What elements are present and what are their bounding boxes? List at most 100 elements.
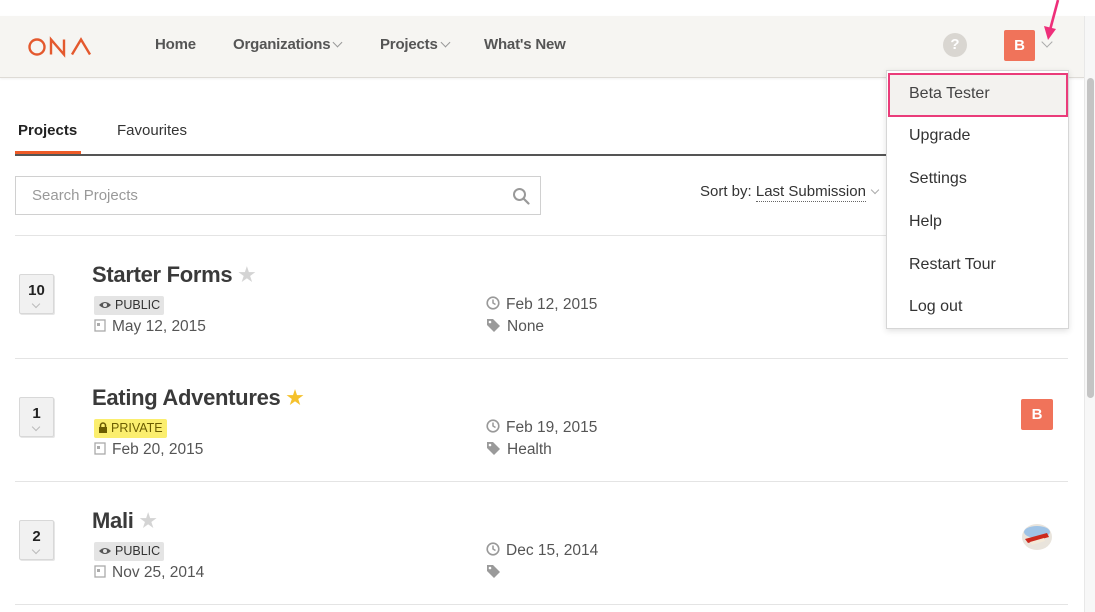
- sort-control[interactable]: Sort by: Last Submission: [700, 183, 880, 202]
- visibility-text: PUBLIC: [115, 298, 161, 312]
- last-submission-date: Feb 19, 2015: [486, 419, 597, 437]
- last-submission-date: Dec 15, 2014: [486, 542, 598, 560]
- project-tags: Health: [486, 441, 552, 459]
- search-icon[interactable]: [512, 187, 530, 205]
- menu-item-label: Restart Tour: [909, 256, 996, 273]
- project-title[interactable]: Mali ★: [92, 508, 157, 534]
- form-count: 2: [32, 528, 41, 545]
- menu-item-help[interactable]: Help: [909, 213, 942, 231]
- project-row[interactable]: 1 Eating Adventures ★ PRIVATE Feb 20, 201…: [0, 359, 1080, 479]
- nav-organizations-label: Organizations: [233, 36, 331, 53]
- project-tags: [486, 564, 507, 582]
- menu-item-label: Upgrade: [909, 127, 971, 144]
- tab-favourites-label: Favourites: [117, 122, 188, 139]
- menu-item-label: Settings: [909, 170, 967, 187]
- star-icon[interactable]: ★: [286, 388, 303, 409]
- project-title[interactable]: Eating Adventures ★: [92, 385, 303, 411]
- chevron-down-icon: [440, 37, 451, 48]
- tab-favourites[interactable]: Favourites: [117, 122, 187, 139]
- project-title-text: Starter Forms: [92, 262, 233, 287]
- created-date-text: Feb 20, 2015: [112, 441, 204, 458]
- eye-icon: [99, 548, 111, 554]
- tab-divider: [15, 154, 895, 156]
- star-icon[interactable]: ★: [140, 511, 157, 532]
- menu-item-log-out[interactable]: Log out: [909, 298, 962, 316]
- star-icon[interactable]: ★: [238, 265, 255, 286]
- tab-projects-label: Projects: [18, 122, 78, 139]
- nav-home-link[interactable]: Home: [155, 36, 196, 53]
- created-date-text: Nov 25, 2014: [112, 564, 205, 581]
- visibility-badge: PUBLIC: [94, 542, 165, 561]
- form-count-icon: 1: [19, 397, 54, 437]
- search-box: [15, 176, 541, 215]
- visibility-badge: PUBLIC: [94, 296, 165, 315]
- nav-organizations-menu[interactable]: Organizations: [233, 36, 343, 53]
- tag-icon: [487, 319, 500, 332]
- visibility-text: PRIVATE: [111, 421, 163, 435]
- annotation-arrow-icon: [1044, 0, 1060, 40]
- chevron-down-icon: [332, 37, 343, 48]
- last-submission-date: Feb 12, 2015: [486, 296, 597, 314]
- menu-item-beta-tester[interactable]: Beta Tester: [909, 85, 990, 103]
- clock-icon: [486, 542, 500, 556]
- sort-label: Sort by:: [700, 183, 752, 200]
- chevron-down-icon: [31, 545, 41, 555]
- menu-item-restart-tour[interactable]: Restart Tour: [909, 256, 996, 274]
- top-navbar: Home Organizations Projects What's New ?…: [0, 16, 1084, 78]
- calendar-icon: [94, 565, 106, 578]
- menu-item-settings[interactable]: Settings: [909, 170, 967, 188]
- owner-avatar-image[interactable]: [1020, 522, 1054, 552]
- tags-text: None: [507, 318, 545, 335]
- last-submission-text: Feb 12, 2015: [506, 296, 598, 313]
- menu-item-label: Beta Tester: [909, 85, 990, 102]
- tag-icon: [487, 565, 500, 578]
- tag-icon: [487, 442, 500, 455]
- menu-item-upgrade[interactable]: Upgrade: [909, 127, 970, 145]
- nav-home-label: Home: [155, 36, 196, 53]
- eye-icon: [99, 302, 111, 308]
- project-title[interactable]: Starter Forms ★: [92, 262, 255, 288]
- created-date: May 12, 2015: [94, 318, 206, 336]
- divider: [15, 604, 1068, 605]
- form-count-icon: 2: [19, 520, 54, 560]
- tags-text: Health: [507, 441, 552, 458]
- created-date: Feb 20, 2015: [94, 441, 203, 459]
- active-tab-indicator: [15, 151, 81, 154]
- calendar-icon: [94, 442, 106, 455]
- ona-logo[interactable]: [28, 35, 96, 59]
- menu-item-label: Log out: [909, 298, 963, 315]
- menu-item-label: Help: [909, 213, 942, 230]
- form-count-icon: 10: [19, 274, 54, 314]
- project-tags: None: [486, 318, 544, 336]
- chevron-down-icon: [31, 299, 41, 309]
- form-count: 10: [28, 282, 45, 299]
- form-count: 1: [32, 405, 41, 422]
- vertical-scrollbar[interactable]: [1084, 16, 1095, 612]
- chevron-down-icon: [31, 422, 41, 432]
- user-avatar-initial: B: [1014, 37, 1025, 54]
- calendar-icon: [94, 319, 106, 332]
- project-row[interactable]: 2 Mali ★ PUBLIC Nov 25, 2014 Dec 15, 2014: [0, 482, 1080, 602]
- lock-icon: [99, 422, 107, 433]
- owner-avatar-initial: B: [1031, 406, 1043, 423]
- search-input[interactable]: [16, 177, 486, 214]
- user-avatar-button[interactable]: B: [1004, 30, 1035, 61]
- top-strip: [0, 0, 1095, 16]
- created-date: Nov 25, 2014: [94, 564, 204, 582]
- last-submission-text: Feb 19, 2015: [506, 419, 598, 436]
- question-circle-icon[interactable]: ?: [943, 33, 967, 57]
- last-submission-text: Dec 15, 2014: [506, 542, 599, 559]
- clock-icon: [486, 419, 500, 433]
- nav-projects-menu[interactable]: Projects: [380, 36, 451, 53]
- visibility-text: PUBLIC: [115, 544, 161, 558]
- project-title-text: Eating Adventures: [92, 385, 281, 410]
- project-title-text: Mali: [92, 508, 134, 533]
- nav-whats-new-link[interactable]: What's New: [484, 36, 566, 53]
- tab-projects[interactable]: Projects: [18, 122, 77, 139]
- owner-avatar[interactable]: B: [1021, 399, 1053, 430]
- sort-value[interactable]: Last Submission: [755, 183, 866, 202]
- nav-whats-new-label: What's New: [484, 36, 566, 53]
- scrollbar-thumb[interactable]: [1087, 78, 1094, 398]
- created-date-text: May 12, 2015: [112, 318, 206, 335]
- visibility-badge: PRIVATE: [94, 419, 167, 438]
